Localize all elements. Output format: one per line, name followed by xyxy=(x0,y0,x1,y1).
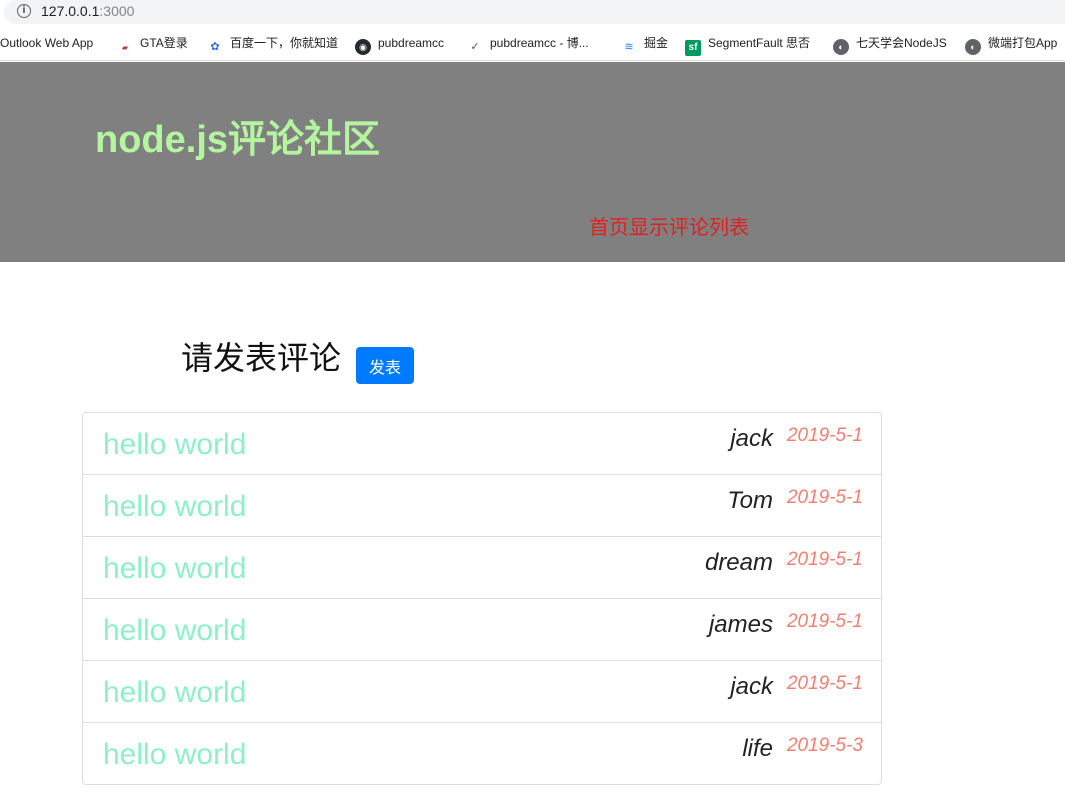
page-header: node.js评论社区 首页显示评论列表 xyxy=(0,62,1065,262)
bookmark-label: 百度一下，你就知道 xyxy=(230,36,339,50)
bookmark-label: pubdreamcc xyxy=(378,36,445,50)
bookmarks-bar: Outlook Web App ▰ GTA登录 ✿ 百度一下，你就知道 ◉ pubdr… xyxy=(0,24,1065,61)
bookmark-baidu[interactable]: ✿ 百度一下，你就知道 xyxy=(207,34,339,53)
bookmark-label: GTA登录 xyxy=(140,36,188,50)
url-field[interactable]: i 127.0.0.1:3000 xyxy=(4,0,1065,24)
comment-text: hello world xyxy=(103,428,247,461)
comment-author: life xyxy=(742,735,773,762)
comment-item: hello world Tom 2019-5-1 xyxy=(83,474,881,536)
info-icon[interactable]: i xyxy=(17,4,31,18)
bookmark-cnblogs[interactable]: ✓ pubdreamcc - 博... xyxy=(467,34,589,53)
comment-author: jack xyxy=(730,673,773,700)
segmentfault-icon: sf xyxy=(685,40,701,56)
comment-list: hello world jack 2019-5-1 hello world To… xyxy=(82,412,882,785)
comment-author: james xyxy=(708,611,773,638)
url-host: 127.0.0.1 xyxy=(41,3,100,19)
bookmark-label: 七天学会NodeJS xyxy=(856,36,947,50)
comment-text: hello world xyxy=(103,676,247,709)
bookmark-gta[interactable]: ▰ GTA登录 xyxy=(117,34,188,52)
comment-prompt-heading: 请发表评论 xyxy=(181,340,342,376)
bookmark-segmentfault[interactable]: sf SegmentFault 思否 xyxy=(685,34,811,56)
bookmark-github[interactable]: ◉ pubdreamcc xyxy=(355,34,445,55)
comment-date: 2019-5-3 xyxy=(786,735,863,756)
bookmark-nodejs[interactable]: ◐ 七天学会NodeJS xyxy=(833,34,947,55)
home-comment-list-link[interactable]: 首页显示评论列表 xyxy=(589,216,749,240)
comment-item: hello world life 2019-5-3 xyxy=(83,722,881,784)
comment-date: 2019-5-1 xyxy=(786,549,863,570)
bookmark-label: 掘金 xyxy=(644,36,669,50)
address-bar[interactable]: i 127.0.0.1:3000 xyxy=(0,0,1065,24)
globe-icon: ◐ xyxy=(833,39,849,55)
bookmark-juejin[interactable]: ≋ 掘金 xyxy=(621,34,669,53)
url-text[interactable]: 127.0.0.1:3000 xyxy=(41,2,134,20)
bookmark-outlook[interactable]: Outlook Web App xyxy=(0,34,93,52)
comment-author: Tom xyxy=(727,487,773,514)
comment-date: 2019-5-1 xyxy=(786,611,863,632)
bookmark-label: pubdreamcc - 博... xyxy=(490,36,589,50)
comment-item: hello world jack 2019-5-1 xyxy=(83,660,881,722)
bookmark-label: SegmentFault 思否 xyxy=(708,36,811,50)
comment-item: hello world jack 2019-5-1 xyxy=(83,413,881,474)
publish-button[interactable]: 发表 xyxy=(356,347,414,384)
globe-icon: ◐ xyxy=(965,39,981,55)
comment-item: hello world james 2019-5-1 xyxy=(83,598,881,660)
url-port: :3000 xyxy=(99,3,135,19)
bookmark-label: 微端打包App xyxy=(988,36,1058,50)
comment-author: dream xyxy=(704,549,773,576)
cnblogs-icon: ✓ xyxy=(470,41,480,53)
github-icon: ◉ xyxy=(355,39,371,55)
comment-text: hello world xyxy=(103,490,247,523)
comment-text: hello world xyxy=(103,552,247,585)
baidu-paw-icon: ✿ xyxy=(210,41,220,53)
comment-date: 2019-5-1 xyxy=(786,425,863,446)
comment-date: 2019-5-1 xyxy=(786,673,863,694)
comment-text: hello world xyxy=(103,738,247,771)
bookmark-packapp[interactable]: ◐ 微端打包App xyxy=(965,34,1058,55)
site-title: node.js评论社区 xyxy=(95,119,381,161)
comment-date: 2019-5-1 xyxy=(786,487,863,508)
comment-item: hello world dream 2019-5-1 xyxy=(83,536,881,598)
comment-text: hello world xyxy=(103,614,247,647)
comment-author: jack xyxy=(730,425,773,452)
juejin-icon: ≋ xyxy=(624,41,634,53)
bookmark-label: Outlook Web App xyxy=(0,36,94,50)
gta-icon: ▰ xyxy=(121,43,129,52)
